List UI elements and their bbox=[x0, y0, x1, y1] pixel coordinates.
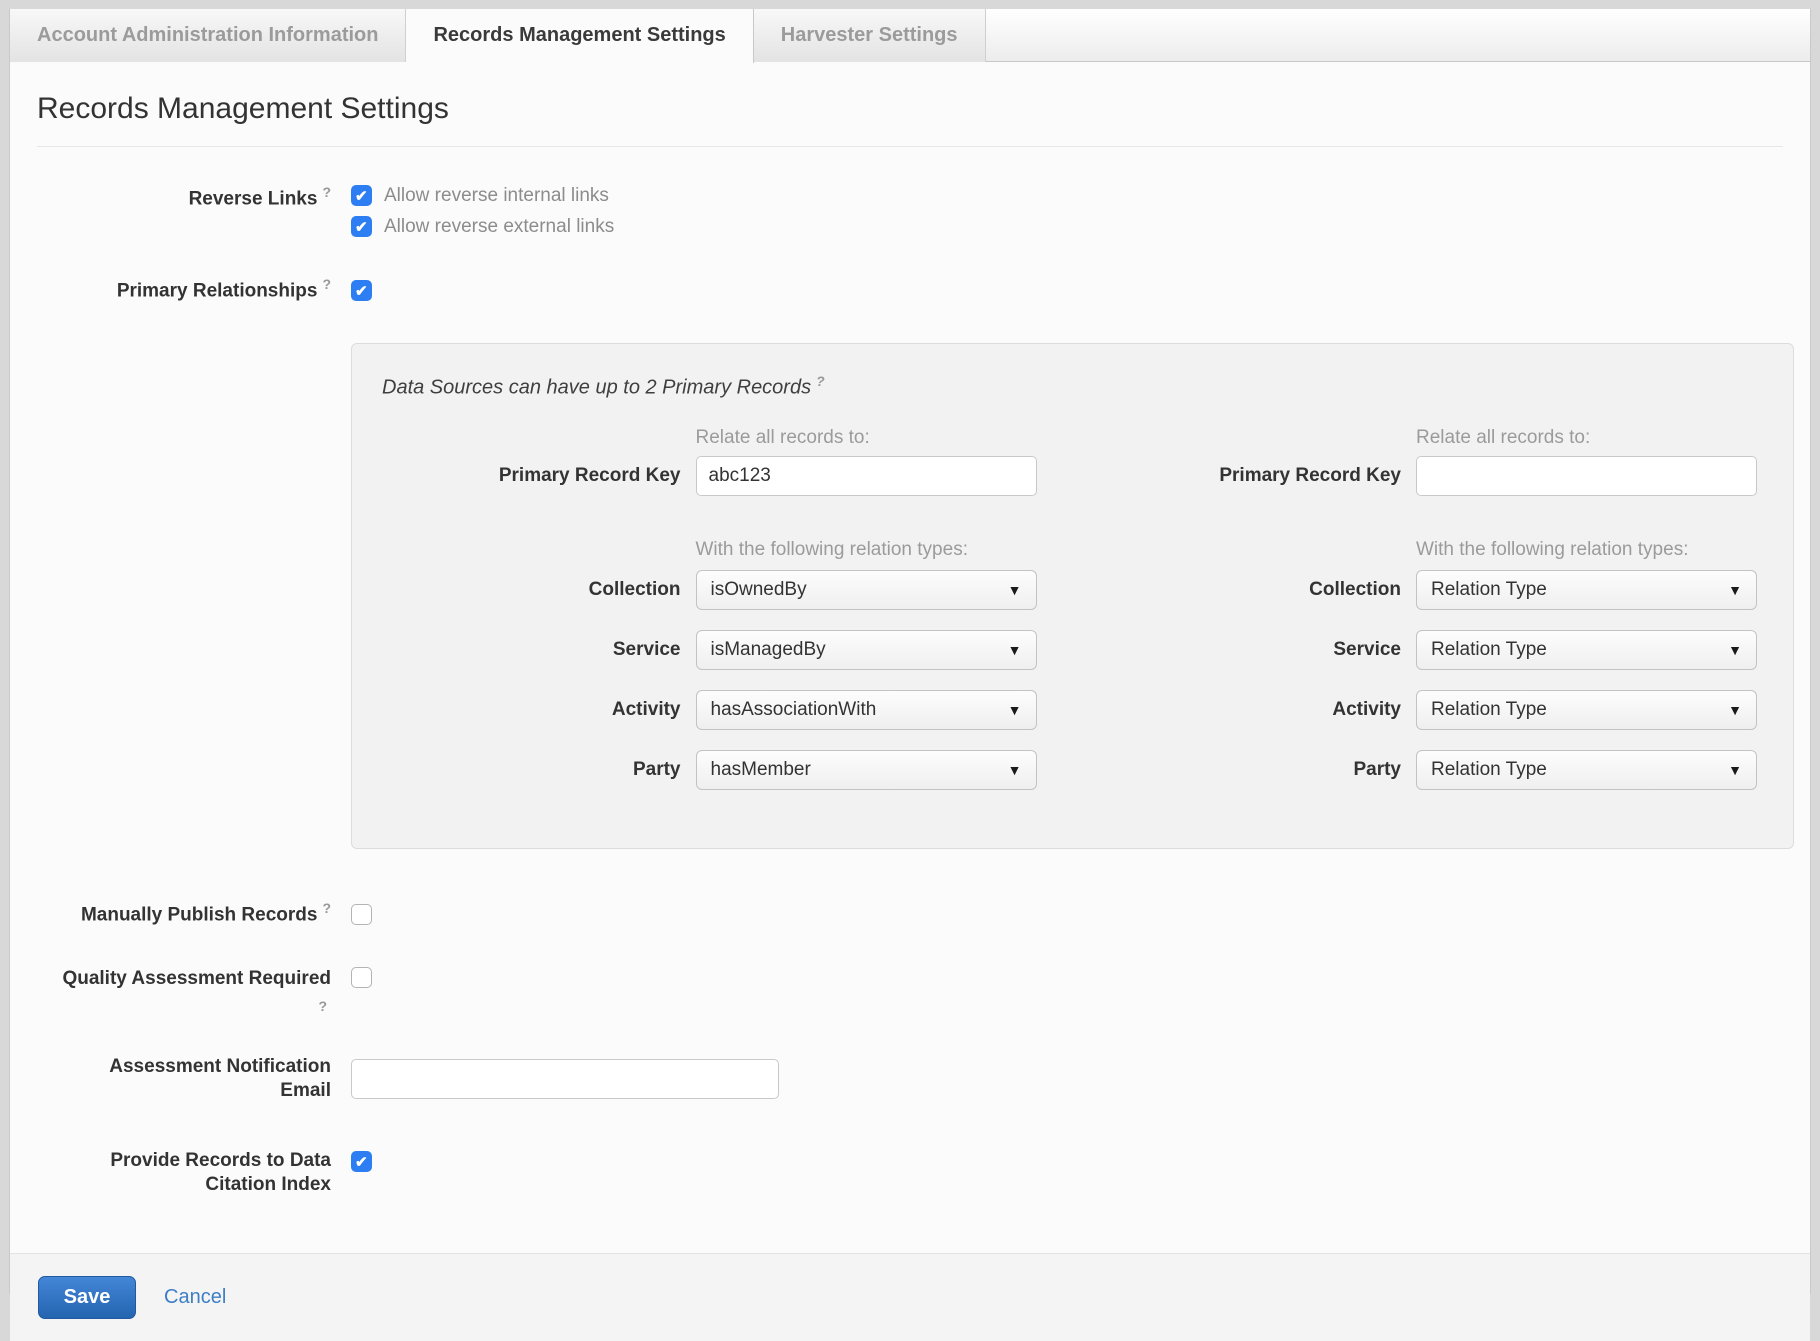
relation-types-label: With the following relation types: bbox=[1416, 538, 1757, 562]
manually-publish-records-checkbox[interactable] bbox=[351, 904, 372, 925]
service-relation-value: Relation Type bbox=[1431, 639, 1720, 661]
primary-record-column-2: Relate all records to: Primary Record Ke… bbox=[1073, 426, 1794, 790]
tab-harvester-settings[interactable]: Harvester Settings bbox=[754, 9, 986, 62]
primary-relationships-label: Primary Relationships? bbox=[10, 277, 331, 303]
activity-relation-value: hasAssociationWith bbox=[711, 699, 1000, 721]
assessment-notification-email-row: Assessment Notification Email bbox=[10, 1055, 1810, 1103]
help-icon[interactable]: ? bbox=[322, 276, 331, 292]
allow-reverse-internal-links-label: Allow reverse internal links bbox=[384, 185, 609, 206]
collection-relation-value: Relation Type bbox=[1431, 579, 1720, 601]
allow-reverse-external-links-option: Allow reverse external links bbox=[351, 216, 614, 237]
chevron-down-icon: ▼ bbox=[1728, 582, 1742, 598]
reverse-links-label: Reverse Links? bbox=[10, 185, 331, 211]
save-button[interactable]: Save bbox=[38, 1276, 136, 1319]
reverse-links-row: Reverse Links? Allow reverse internal li… bbox=[10, 185, 1810, 247]
allow-reverse-external-links-checkbox[interactable] bbox=[351, 216, 372, 237]
service-relation-select[interactable]: isManagedBy ▼ bbox=[696, 630, 1037, 670]
assessment-notification-email-label: Assessment Notification Email bbox=[10, 1055, 331, 1103]
chevron-down-icon: ▼ bbox=[1008, 582, 1022, 598]
collection-relation-select[interactable]: isOwnedBy ▼ bbox=[696, 570, 1037, 610]
settings-page: Account Administration Information Recor… bbox=[9, 9, 1811, 1294]
panel-heading: Data Sources can have up to 2 Primary Re… bbox=[382, 374, 1793, 400]
manually-publish-records-label-text: Manually Publish Records bbox=[81, 904, 318, 925]
activity-relation-select-2[interactable]: Relation Type ▼ bbox=[1416, 690, 1757, 730]
quality-assessment-required-checkbox[interactable] bbox=[351, 967, 372, 988]
collection-label: Collection bbox=[352, 579, 696, 601]
primary-records-panel: Data Sources can have up to 2 Primary Re… bbox=[351, 343, 1794, 849]
activity-label: Activity bbox=[352, 699, 696, 721]
party-relation-select[interactable]: hasMember ▼ bbox=[696, 750, 1037, 790]
party-relation-value: Relation Type bbox=[1431, 759, 1720, 781]
relate-all-records-label: Relate all records to: bbox=[1416, 426, 1757, 450]
chevron-down-icon: ▼ bbox=[1728, 642, 1742, 658]
help-icon[interactable]: ? bbox=[15, 999, 327, 1013]
allow-reverse-internal-links-checkbox[interactable] bbox=[351, 185, 372, 206]
party-relation-select-2[interactable]: Relation Type ▼ bbox=[1416, 750, 1757, 790]
citation-index-label: Provide Records to Data Citation Index bbox=[10, 1149, 331, 1197]
chevron-down-icon: ▼ bbox=[1008, 762, 1022, 778]
panel-heading-text: Data Sources can have up to 2 Primary Re… bbox=[382, 377, 811, 399]
primary-relationships-row: Primary Relationships? bbox=[10, 277, 1810, 303]
service-label: Service bbox=[352, 639, 696, 661]
tab-records-management-settings[interactable]: Records Management Settings bbox=[406, 9, 753, 63]
collection-label: Collection bbox=[1073, 579, 1417, 601]
activity-relation-select[interactable]: hasAssociationWith ▼ bbox=[696, 690, 1037, 730]
help-icon[interactable]: ? bbox=[816, 373, 825, 389]
cancel-link[interactable]: Cancel bbox=[164, 1286, 226, 1309]
citation-index-checkbox[interactable] bbox=[351, 1151, 372, 1172]
primary-record-key-input[interactable] bbox=[696, 456, 1037, 496]
manually-publish-records-label: Manually Publish Records? bbox=[10, 901, 331, 927]
quality-assessment-required-label-text: Quality Assessment Required bbox=[62, 968, 331, 989]
allow-reverse-external-links-label: Allow reverse external links bbox=[384, 216, 614, 237]
primary-relationships-checkbox[interactable] bbox=[351, 280, 372, 301]
manually-publish-records-row: Manually Publish Records? bbox=[10, 901, 1810, 927]
chevron-down-icon: ▼ bbox=[1728, 702, 1742, 718]
title-divider bbox=[37, 146, 1783, 147]
tab-panel-records-management: Records Management Settings Reverse Link… bbox=[10, 62, 1810, 1197]
primary-record-key-label: Primary Record Key bbox=[1073, 465, 1417, 487]
quality-assessment-required-label: Quality Assessment Required? bbox=[10, 967, 331, 1013]
citation-index-row: Provide Records to Data Citation Index bbox=[10, 1149, 1810, 1197]
primary-record-column-1: Relate all records to: Primary Record Ke… bbox=[352, 426, 1073, 790]
collection-relation-value: isOwnedBy bbox=[711, 579, 1000, 601]
service-relation-value: isManagedBy bbox=[711, 639, 1000, 661]
chevron-down-icon: ▼ bbox=[1008, 702, 1022, 718]
help-icon[interactable]: ? bbox=[322, 184, 331, 200]
activity-label: Activity bbox=[1073, 699, 1417, 721]
primary-record-key-label: Primary Record Key bbox=[352, 465, 696, 487]
tab-bar: Account Administration Information Recor… bbox=[10, 9, 1810, 62]
relation-types-label: With the following relation types: bbox=[696, 538, 1037, 562]
assessment-notification-email-input[interactable] bbox=[351, 1059, 779, 1099]
reverse-links-label-text: Reverse Links bbox=[189, 188, 318, 209]
page-title: Records Management Settings bbox=[37, 92, 1783, 126]
quality-assessment-required-row: Quality Assessment Required? bbox=[10, 967, 1810, 1013]
relate-all-records-label: Relate all records to: bbox=[696, 426, 1037, 450]
chevron-down-icon: ▼ bbox=[1728, 762, 1742, 778]
chevron-down-icon: ▼ bbox=[1008, 642, 1022, 658]
primary-relationships-label-text: Primary Relationships bbox=[117, 280, 318, 301]
form-footer: Save Cancel bbox=[10, 1253, 1810, 1341]
party-relation-value: hasMember bbox=[711, 759, 1000, 781]
activity-relation-value: Relation Type bbox=[1431, 699, 1720, 721]
primary-record-key-input-2[interactable] bbox=[1416, 456, 1757, 496]
service-label: Service bbox=[1073, 639, 1417, 661]
allow-reverse-internal-links-option: Allow reverse internal links bbox=[351, 185, 614, 206]
service-relation-select-2[interactable]: Relation Type ▼ bbox=[1416, 630, 1757, 670]
collection-relation-select-2[interactable]: Relation Type ▼ bbox=[1416, 570, 1757, 610]
party-label: Party bbox=[352, 759, 696, 781]
party-label: Party bbox=[1073, 759, 1417, 781]
help-icon[interactable]: ? bbox=[322, 900, 331, 916]
tab-account-administration-information[interactable]: Account Administration Information bbox=[10, 9, 406, 62]
